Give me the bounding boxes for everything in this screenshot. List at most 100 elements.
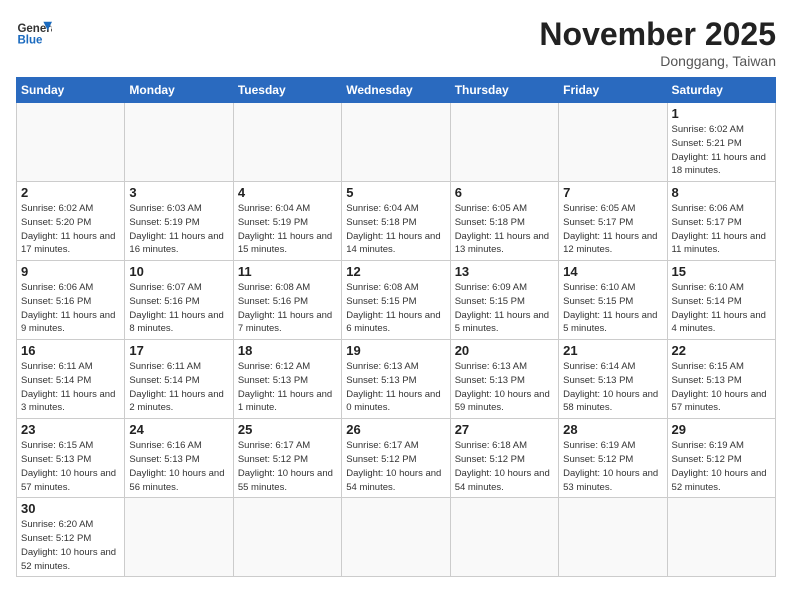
col-header-sunday: Sunday (17, 78, 125, 103)
day-cell: 21 Sunrise: 6:14 AM Sunset: 5:13 PM Dayli… (559, 340, 667, 419)
day-info: Sunrise: 6:06 AM Sunset: 5:16 PM Dayligh… (21, 281, 120, 336)
day-cell: 4 Sunrise: 6:04 AM Sunset: 5:19 PM Daylig… (233, 182, 341, 261)
day-cell: 8 Sunrise: 6:06 AM Sunset: 5:17 PM Daylig… (667, 182, 775, 261)
day-number: 13 (455, 264, 554, 279)
day-number: 21 (563, 343, 662, 358)
day-number: 22 (672, 343, 771, 358)
day-number: 27 (455, 422, 554, 437)
day-cell (342, 103, 450, 182)
day-cell: 2 Sunrise: 6:02 AM Sunset: 5:20 PM Daylig… (17, 182, 125, 261)
day-number: 30 (21, 501, 120, 516)
day-number: 17 (129, 343, 228, 358)
day-info: Sunrise: 6:04 AM Sunset: 5:18 PM Dayligh… (346, 202, 445, 257)
day-number: 10 (129, 264, 228, 279)
day-number: 20 (455, 343, 554, 358)
day-number: 24 (129, 422, 228, 437)
day-cell: 26Sunrise: 6:17 AM Sunset: 5:12 PM Dayli… (342, 419, 450, 498)
day-cell: 25 Sunrise: 6:17 AM Sunset: 5:12 PM Dayli… (233, 419, 341, 498)
day-number: 4 (238, 185, 337, 200)
col-header-monday: Monday (125, 78, 233, 103)
day-cell (233, 498, 341, 577)
day-info: Sunrise: 6:08 AM Sunset: 5:16 PM Dayligh… (238, 281, 337, 336)
week-row-1: 1Sunrise: 6:02 AM Sunset: 5:21 PM Daylig… (17, 103, 776, 182)
day-info: Sunrise: 6:12 AM Sunset: 5:13 PM Dayligh… (238, 360, 337, 415)
day-cell: 11 Sunrise: 6:08 AM Sunset: 5:16 PM Dayli… (233, 261, 341, 340)
day-info: Sunrise: 6:02 AM Sunset: 5:20 PM Dayligh… (21, 202, 120, 257)
calendar-subtitle: Donggang, Taiwan (539, 53, 776, 69)
day-cell (667, 498, 775, 577)
day-info: Sunrise: 6:02 AM Sunset: 5:21 PM Dayligh… (672, 123, 771, 178)
logo: General Blue (16, 16, 52, 52)
day-info: Sunrise: 6:04 AM Sunset: 5:19 PM Dayligh… (238, 202, 337, 257)
day-info: Sunrise: 6:14 AM Sunset: 5:13 PM Dayligh… (563, 360, 662, 415)
day-info: Sunrise: 6:13 AM Sunset: 5:13 PM Dayligh… (346, 360, 445, 415)
day-number: 9 (21, 264, 120, 279)
day-cell: 15Sunrise: 6:10 AM Sunset: 5:14 PM Dayli… (667, 261, 775, 340)
day-cell: 3 Sunrise: 6:03 AM Sunset: 5:19 PM Daylig… (125, 182, 233, 261)
day-info: Sunrise: 6:10 AM Sunset: 5:15 PM Dayligh… (563, 281, 662, 336)
day-info: Sunrise: 6:17 AM Sunset: 5:12 PM Dayligh… (346, 439, 445, 494)
day-cell (450, 498, 558, 577)
day-cell: 19 Sunrise: 6:13 AM Sunset: 5:13 PM Dayli… (342, 340, 450, 419)
day-cell: 12Sunrise: 6:08 AM Sunset: 5:15 PM Dayli… (342, 261, 450, 340)
day-number: 5 (346, 185, 445, 200)
day-info: Sunrise: 6:11 AM Sunset: 5:14 PM Dayligh… (129, 360, 228, 415)
day-number: 19 (346, 343, 445, 358)
day-info: Sunrise: 6:15 AM Sunset: 5:13 PM Dayligh… (21, 439, 120, 494)
day-cell: 17 Sunrise: 6:11 AM Sunset: 5:14 PM Dayli… (125, 340, 233, 419)
day-number: 14 (563, 264, 662, 279)
day-cell: 29 Sunrise: 6:19 AM Sunset: 5:12 PM Dayli… (667, 419, 775, 498)
col-header-wednesday: Wednesday (342, 78, 450, 103)
day-cell: 1Sunrise: 6:02 AM Sunset: 5:21 PM Daylig… (667, 103, 775, 182)
day-number: 6 (455, 185, 554, 200)
day-cell: 14 Sunrise: 6:10 AM Sunset: 5:15 PM Dayli… (559, 261, 667, 340)
day-cell (559, 103, 667, 182)
day-number: 11 (238, 264, 337, 279)
day-cell: 7Sunrise: 6:05 AM Sunset: 5:17 PM Daylig… (559, 182, 667, 261)
day-info: Sunrise: 6:11 AM Sunset: 5:14 PM Dayligh… (21, 360, 120, 415)
day-number: 25 (238, 422, 337, 437)
week-row-3: 9 Sunrise: 6:06 AM Sunset: 5:16 PM Daylig… (17, 261, 776, 340)
week-row-5: 23 Sunrise: 6:15 AM Sunset: 5:13 PM Dayli… (17, 419, 776, 498)
day-info: Sunrise: 6:18 AM Sunset: 5:12 PM Dayligh… (455, 439, 554, 494)
day-info: Sunrise: 6:19 AM Sunset: 5:12 PM Dayligh… (672, 439, 771, 494)
day-number: 3 (129, 185, 228, 200)
day-info: Sunrise: 6:05 AM Sunset: 5:17 PM Dayligh… (563, 202, 662, 257)
calendar-table: SundayMondayTuesdayWednesdayThursdayFrid… (16, 77, 776, 577)
day-cell (17, 103, 125, 182)
day-info: Sunrise: 6:15 AM Sunset: 5:13 PM Dayligh… (672, 360, 771, 415)
day-cell: 22 Sunrise: 6:15 AM Sunset: 5:13 PM Dayli… (667, 340, 775, 419)
day-number: 16 (21, 343, 120, 358)
day-cell (342, 498, 450, 577)
calendar-header: SundayMondayTuesdayWednesdayThursdayFrid… (17, 78, 776, 103)
day-number: 29 (672, 422, 771, 437)
day-info: Sunrise: 6:20 AM Sunset: 5:12 PM Dayligh… (21, 518, 120, 573)
day-cell: 24Sunrise: 6:16 AM Sunset: 5:13 PM Dayli… (125, 419, 233, 498)
col-header-thursday: Thursday (450, 78, 558, 103)
week-row-4: 16 Sunrise: 6:11 AM Sunset: 5:14 PM Dayli… (17, 340, 776, 419)
day-info: Sunrise: 6:17 AM Sunset: 5:12 PM Dayligh… (238, 439, 337, 494)
day-info: Sunrise: 6:03 AM Sunset: 5:19 PM Dayligh… (129, 202, 228, 257)
day-cell (125, 498, 233, 577)
header: General Blue November 2025 Donggang, Tai… (16, 16, 776, 69)
col-header-saturday: Saturday (667, 78, 775, 103)
day-cell: 28Sunrise: 6:19 AM Sunset: 5:12 PM Dayli… (559, 419, 667, 498)
svg-text:Blue: Blue (17, 34, 43, 46)
day-cell: 6 Sunrise: 6:05 AM Sunset: 5:18 PM Daylig… (450, 182, 558, 261)
day-info: Sunrise: 6:07 AM Sunset: 5:16 PM Dayligh… (129, 281, 228, 336)
day-cell: 9 Sunrise: 6:06 AM Sunset: 5:16 PM Daylig… (17, 261, 125, 340)
day-cell: 13Sunrise: 6:09 AM Sunset: 5:15 PM Dayli… (450, 261, 558, 340)
day-cell: 27 Sunrise: 6:18 AM Sunset: 5:12 PM Dayli… (450, 419, 558, 498)
day-info: Sunrise: 6:06 AM Sunset: 5:17 PM Dayligh… (672, 202, 771, 257)
day-number: 23 (21, 422, 120, 437)
day-info: Sunrise: 6:19 AM Sunset: 5:12 PM Dayligh… (563, 439, 662, 494)
day-cell: 18Sunrise: 6:12 AM Sunset: 5:13 PM Dayli… (233, 340, 341, 419)
day-info: Sunrise: 6:05 AM Sunset: 5:18 PM Dayligh… (455, 202, 554, 257)
day-number: 12 (346, 264, 445, 279)
day-number: 2 (21, 185, 120, 200)
day-number: 8 (672, 185, 771, 200)
day-info: Sunrise: 6:13 AM Sunset: 5:13 PM Dayligh… (455, 360, 554, 415)
day-cell: 5 Sunrise: 6:04 AM Sunset: 5:18 PM Daylig… (342, 182, 450, 261)
day-cell (233, 103, 341, 182)
day-cell: 10 Sunrise: 6:07 AM Sunset: 5:16 PM Dayli… (125, 261, 233, 340)
